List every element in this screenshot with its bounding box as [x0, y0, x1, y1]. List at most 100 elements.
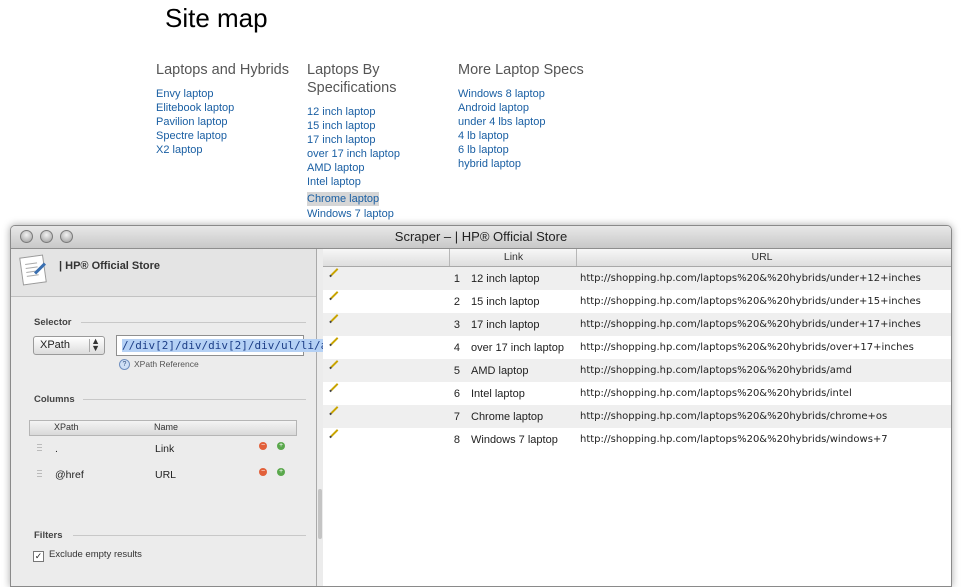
xpath-reference-label: XPath Reference: [134, 359, 199, 369]
columns-section-label: Columns: [34, 394, 75, 405]
result-link[interactable]: 12 inch laptop: [471, 273, 540, 285]
settings-panel: | HP® Official Store Selector XPath ▲ ▼ /…: [11, 249, 328, 586]
updown-arrows-icon: ▲ ▼: [91, 336, 100, 353]
sitemap-link[interactable]: Windows 8 laptop: [458, 87, 608, 101]
result-link[interactable]: Chrome laptop: [471, 411, 543, 423]
sitemap-link[interactable]: 4 lb laptop: [458, 129, 608, 143]
result-link[interactable]: over 17 inch laptop: [471, 342, 564, 354]
filters-section-label: Filters: [34, 530, 63, 541]
drag-handle-icon[interactable]: [37, 470, 42, 478]
result-index: 7: [453, 411, 460, 423]
result-link[interactable]: Windows 7 laptop: [471, 434, 558, 446]
pencil-icon[interactable]: [330, 314, 339, 322]
results-table-body: 1 12 inch laptop http://shopping.hp.com/la…: [323, 267, 951, 451]
column-row[interactable]: @href URL − +: [29, 462, 297, 488]
sitemap-column-laptops-hybrids: Laptops and Hybrids Envy laptop Eliteboo…: [156, 61, 301, 157]
sitemap-link-highlighted[interactable]: Chrome laptop: [307, 192, 380, 206]
exclude-empty-checkbox[interactable]: ✓: [33, 551, 44, 562]
sitemap-link[interactable]: Elitebook laptop: [156, 101, 301, 115]
page-title: Site map: [165, 3, 268, 33]
result-row[interactable]: 1 12 inch laptop http://shopping.hp.com/la…: [323, 267, 951, 290]
result-url[interactable]: http://shopping.hp.com/laptops%20&%20hyb…: [580, 273, 921, 284]
result-link[interactable]: 17 inch laptop: [471, 319, 540, 331]
result-row[interactable]: 4 over 17 inch laptop http://shopping.hp.c…: [323, 336, 951, 359]
pencil-icon[interactable]: [330, 406, 339, 414]
column-name-value[interactable]: URL: [155, 469, 176, 481]
column-header-xpath[interactable]: XPath: [54, 422, 79, 432]
result-url[interactable]: http://shopping.hp.com/laptops%20&%20hyb…: [580, 411, 887, 422]
result-index: 3: [453, 319, 460, 331]
results-header-link[interactable]: Link: [450, 251, 577, 263]
divider: [89, 339, 90, 352]
result-row[interactable]: 5 AMD laptop http://shopping.hp.com/laptop…: [323, 359, 951, 382]
results-header-url[interactable]: URL: [577, 251, 947, 263]
sitemap-link[interactable]: under 4 lbs laptop: [458, 115, 608, 129]
column-row[interactable]: . Link − +: [29, 436, 297, 462]
sitemap-link[interactable]: Pavilion laptop: [156, 115, 301, 129]
result-row[interactable]: 3 17 inch laptop http://shopping.hp.com/la…: [323, 313, 951, 336]
sitemap-column-more-specs: More Laptop Specs Windows 8 laptop Andro…: [458, 61, 608, 171]
document-edit-icon: [19, 254, 47, 286]
sitemap-link[interactable]: X2 laptop: [156, 143, 301, 157]
window-titlebar[interactable]: Scraper – | HP® Official Store: [11, 226, 951, 249]
sitemap-link[interactable]: 12 inch laptop: [307, 105, 452, 119]
pencil-icon[interactable]: [330, 383, 339, 391]
sitemap-column-specifications: Laptops By Specifications 12 inch laptop…: [307, 61, 452, 221]
sitemap-link[interactable]: Intel laptop: [307, 175, 452, 189]
pencil-icon[interactable]: [330, 337, 339, 345]
sitemap-link[interactable]: AMD laptop: [307, 161, 452, 175]
selector-type-dropdown[interactable]: XPath ▲ ▼: [33, 336, 105, 355]
result-row[interactable]: 8 Windows 7 laptop http://shopping.hp.com/…: [323, 428, 951, 451]
result-link[interactable]: 15 inch laptop: [471, 296, 540, 308]
column-heading: Laptops By Specifications: [307, 62, 397, 96]
sitemap-link[interactable]: hybrid laptop: [458, 157, 608, 171]
column-heading: More Laptop Specs: [458, 62, 584, 78]
sitemap-link[interactable]: Windows 7 laptop: [307, 207, 452, 221]
pencil-icon[interactable]: [330, 429, 339, 437]
remove-column-button[interactable]: −: [259, 468, 267, 476]
result-index: 5: [453, 365, 460, 377]
add-column-button[interactable]: +: [277, 442, 285, 450]
xpath-query-input[interactable]: //div[2]/div/div[2]/div/ul/li/a: [116, 335, 328, 356]
result-link[interactable]: Intel laptop: [471, 388, 525, 400]
sitemap-link[interactable]: Android laptop: [458, 101, 608, 115]
sitemap-link[interactable]: 15 inch laptop: [307, 119, 452, 133]
panel-header-title: | HP® Official Store: [59, 260, 161, 272]
column-name-value[interactable]: Link: [155, 443, 174, 455]
result-url[interactable]: http://shopping.hp.com/laptops%20&%20hyb…: [580, 319, 921, 330]
xpath-reference-link[interactable]: ? XPath Reference: [119, 359, 199, 371]
column-xpath-value[interactable]: @href: [55, 469, 84, 481]
sitemap-link[interactable]: Spectre laptop: [156, 129, 301, 143]
sitemap-link[interactable]: Envy laptop: [156, 87, 301, 101]
result-row[interactable]: 2 15 inch laptop http://shopping.hp.com/la…: [323, 290, 951, 313]
column-header-name[interactable]: Name: [154, 422, 178, 432]
sitemap-link[interactable]: 6 lb laptop: [458, 143, 608, 157]
xpath-query-text: //div[2]/div/div[2]/div/ul/li/a: [122, 339, 328, 352]
result-row[interactable]: 6 Intel laptop http://shopping.hp.com/lapt…: [323, 382, 951, 405]
result-url[interactable]: http://shopping.hp.com/laptops%20&%20hyb…: [580, 434, 888, 445]
panel-scrollbar[interactable]: [318, 489, 322, 539]
result-url[interactable]: http://shopping.hp.com/laptops%20&%20hyb…: [580, 296, 921, 307]
drag-handle-icon[interactable]: [37, 444, 42, 452]
remove-column-button[interactable]: −: [259, 442, 267, 450]
selector-section-label: Selector: [34, 317, 72, 328]
result-index: 1: [453, 273, 460, 285]
pencil-icon[interactable]: [330, 268, 339, 276]
result-link[interactable]: AMD laptop: [471, 365, 528, 377]
divider: [73, 535, 306, 536]
panel-header: | HP® Official Store: [11, 249, 316, 297]
column-xpath-value[interactable]: .: [55, 443, 58, 455]
pencil-icon[interactable]: [330, 360, 339, 368]
result-index: 2: [453, 296, 460, 308]
result-row[interactable]: 7 Chrome laptop http://shopping.hp.com/lap…: [323, 405, 951, 428]
sitemap-link[interactable]: 17 inch laptop: [307, 133, 452, 147]
sitemap-link[interactable]: over 17 inch laptop: [307, 147, 452, 161]
pencil-icon[interactable]: [330, 291, 339, 299]
add-column-button[interactable]: +: [277, 468, 285, 476]
help-icon: ?: [119, 359, 130, 371]
columns-table: XPath Name . Link − + @href URL − +: [29, 420, 297, 488]
result-url[interactable]: http://shopping.hp.com/laptops%20&%20hyb…: [580, 365, 852, 376]
column-heading: Laptops and Hybrids: [156, 62, 289, 78]
result-url[interactable]: http://shopping.hp.com/laptops%20&%20hyb…: [580, 342, 914, 353]
result-url[interactable]: http://shopping.hp.com/laptops%20&%20hyb…: [580, 388, 852, 399]
